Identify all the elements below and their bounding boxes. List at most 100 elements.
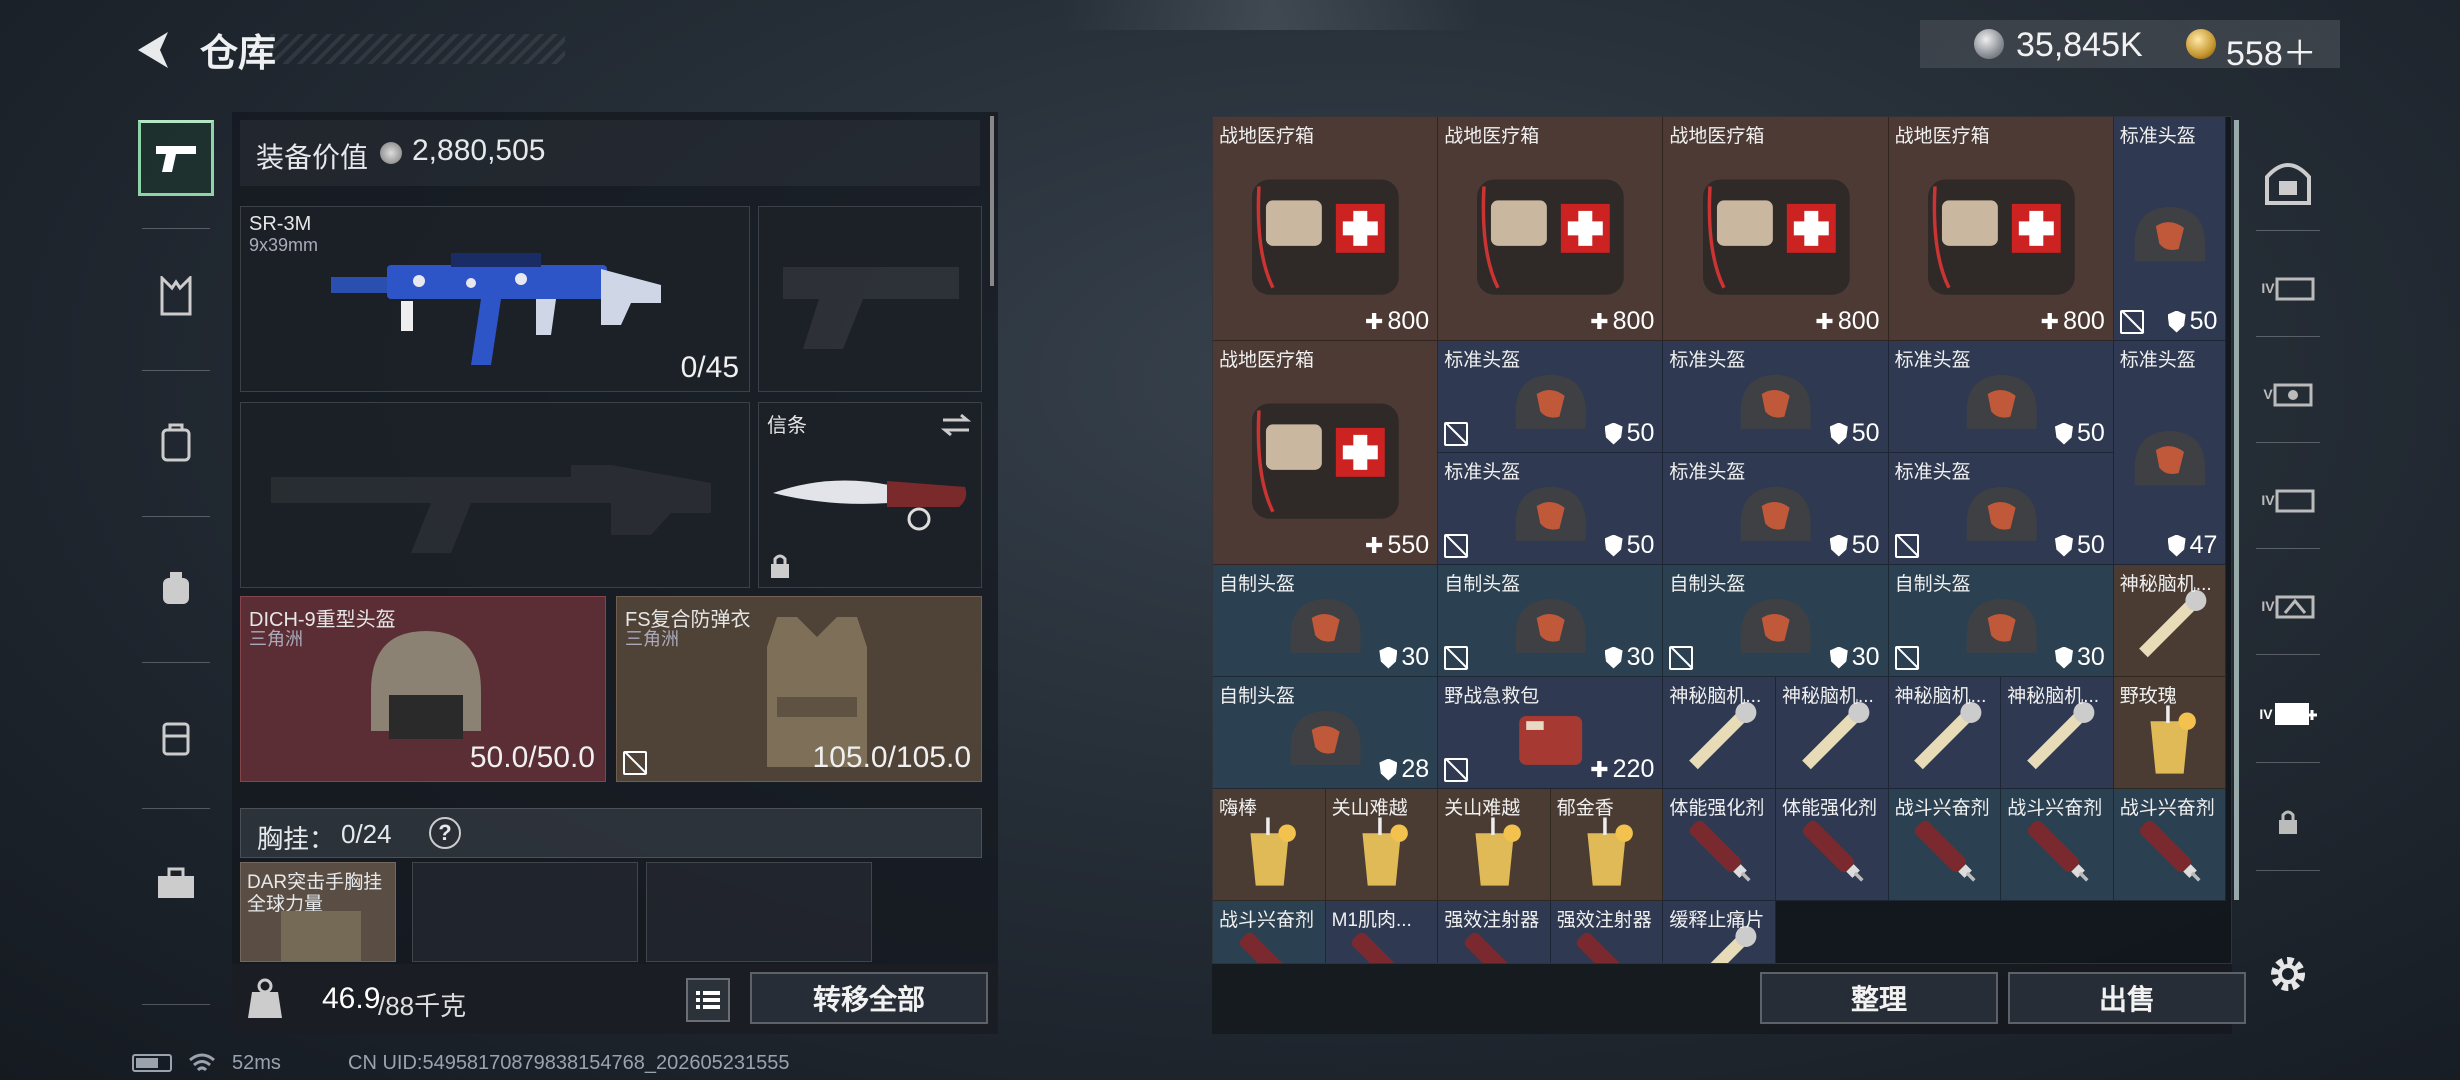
stash-item[interactable]: 强效注射器	[1438, 901, 1551, 963]
melee-slot[interactable]: 信条	[758, 402, 982, 588]
item-value: 30	[1401, 643, 1430, 671]
tab-backpack[interactable]	[138, 404, 214, 480]
chest-rig-item-slot[interactable]: DAR突击手胸挂 全球力量	[240, 862, 396, 962]
stash-item[interactable]: 野玫瑰	[2113, 677, 2227, 789]
stash-item[interactable]: 神秘脑机...	[1663, 677, 1776, 789]
stash-item[interactable]: 战斗兴奋剂	[1888, 789, 2002, 901]
premium-coin-icon	[2186, 29, 2216, 59]
tab-weapons[interactable]	[138, 120, 214, 196]
help-icon[interactable]: ?	[429, 817, 461, 849]
title-decoration	[270, 34, 565, 64]
panel-scrollbar[interactable]	[990, 116, 994, 286]
chest-rig-image	[281, 911, 361, 961]
item-name: 强效注射器	[1556, 910, 1652, 931]
stash-item[interactable]: 神秘脑机...	[2113, 565, 2227, 677]
sell-button[interactable]: 出售	[2008, 972, 2246, 1024]
weapon-name: SR-3M	[249, 213, 312, 235]
stash-item[interactable]: 自制头盔 30	[1438, 565, 1664, 677]
stash-item[interactable]: 标准头盔 50	[1663, 453, 1889, 565]
item-image	[2139, 590, 2207, 658]
tab-container-iv-medical[interactable]: IV	[2252, 678, 2324, 750]
stash-item[interactable]: 体能强化剂	[1663, 789, 1776, 901]
stash-item[interactable]: 自制头盔 30	[1663, 565, 1889, 677]
item-value: 800	[1837, 307, 1880, 335]
stash-item[interactable]: 战斗兴奋剂	[2001, 789, 2114, 901]
stash-item[interactable]: 缓释止痛片	[1663, 901, 1776, 963]
stash-item[interactable]: 战地医疗箱 ✚ 550	[1213, 341, 1439, 565]
chest-rig-empty-slot[interactable]	[412, 862, 638, 962]
helmet-image	[2134, 206, 2206, 262]
stash-item[interactable]: 自制头盔 30	[1888, 565, 2114, 677]
item-name: 标准头盔	[1669, 462, 1746, 483]
helmet-slot[interactable]: DICH-9重型头盔 三角洲 50.0/50.0	[240, 596, 606, 782]
back-arrow-icon[interactable]	[132, 28, 176, 72]
helmet-image	[1966, 375, 2037, 430]
tab-container-iv-2[interactable]: IV	[2252, 464, 2324, 536]
stash-item[interactable]: 战地医疗箱 ✚ 800	[1888, 117, 2114, 341]
stash-item[interactable]: 体能强化剂	[1776, 789, 1889, 901]
helmet-image	[1515, 487, 1586, 542]
syringe-image	[1689, 821, 1751, 882]
armor-slot[interactable]: FS复合防弹衣 三角洲 105.0/105.0	[616, 596, 982, 782]
tab-pouch[interactable]	[138, 550, 214, 626]
stash-item[interactable]: 野战急救包 ✚ 220	[1438, 677, 1664, 789]
stash-item[interactable]: 标准头盔 50	[1663, 341, 1889, 453]
transfer-all-button[interactable]: 转移全部	[750, 972, 988, 1024]
armor-durability: 105.0/105.0	[812, 741, 971, 774]
item-value-badge: 47	[2167, 531, 2217, 560]
stash-item[interactable]: 神秘脑机...	[1776, 677, 1889, 789]
stash-item[interactable]: 神秘脑机...	[2001, 677, 2114, 789]
item-value: 800	[2063, 307, 2105, 335]
stash-item[interactable]: 战地医疗箱 ✚ 800	[1663, 117, 1889, 341]
currency-bar[interactable]: 35,845K 558＋	[1920, 20, 2340, 73]
swap-icon[interactable]	[941, 413, 971, 437]
safe-icon	[2265, 163, 2311, 205]
stash-grid: 战地医疗箱 ✚ 800 战地医疗箱 ✚ 800 战地医疗箱 ✚ 800 战地医疗箱 ✚ 800 标准头盔…	[1212, 116, 2232, 964]
item-name: 标准头盔	[1444, 350, 1521, 371]
tab-chest-rig[interactable]	[138, 258, 214, 334]
stash-item[interactable]: 关山难越	[1325, 789, 1439, 901]
tab-case[interactable]	[138, 700, 214, 776]
list-view-button[interactable]	[686, 978, 730, 1022]
secondary-weapon-slot[interactable]	[758, 206, 982, 392]
status-bar: 52ms CN UID:5495817087983815476​8_202605…	[132, 1052, 1132, 1076]
stash-item[interactable]: 战斗兴奋剂	[2113, 789, 2227, 901]
settings-button[interactable]	[2252, 938, 2324, 1010]
item-value: 30	[2076, 643, 2105, 671]
stash-item[interactable]: 标准头盔 50	[1888, 341, 2114, 453]
item-image	[1914, 702, 1982, 770]
primary-weapon-slot[interactable]: SR-3M 9x39mm 0/45	[240, 206, 750, 392]
item-value: 50	[1626, 531, 1655, 559]
medkit-image	[1927, 179, 2075, 295]
stash-item[interactable]: 标准头盔 50	[1438, 453, 1664, 565]
stash-item[interactable]: 战地医疗箱 ✚ 800	[1213, 117, 1439, 341]
stash-item[interactable]: 强效注射器	[1550, 901, 1664, 963]
stash-item[interactable]: 自制头盔 28	[1213, 677, 1439, 789]
tab-stash-main[interactable]	[2252, 146, 2324, 218]
item-value: 50	[2076, 419, 2105, 447]
stash-item[interactable]: 郁金香	[1550, 789, 1664, 901]
stash-item[interactable]: 标准头盔 50	[2113, 117, 2227, 341]
stash-item[interactable]: 标准头盔 50	[1888, 453, 2114, 565]
stash-item[interactable]: M1肌肉...	[1325, 901, 1439, 963]
stash-scrollbar[interactable]	[2234, 120, 2239, 900]
chest-rig-empty-slot[interactable]	[646, 862, 872, 962]
stash-item[interactable]: 自制头盔 30	[1213, 565, 1439, 677]
tab-toolbox[interactable]	[138, 846, 214, 922]
stash-item[interactable]: 标准头盔 50	[1438, 341, 1664, 453]
tab-container-v[interactable]: V	[2252, 358, 2324, 430]
item-value: 220	[1612, 755, 1655, 783]
tab-locked[interactable]	[2252, 786, 2324, 858]
item-value-badge: ✚ 800	[1590, 307, 1654, 336]
sort-button[interactable]: 整理	[1760, 972, 1998, 1024]
currency-main: 35,845K	[2016, 26, 2143, 64]
tab-container-iv-3[interactable]: IV	[2252, 570, 2324, 642]
stash-item[interactable]: 标准头盔 47	[2113, 341, 2227, 565]
stash-item[interactable]: 战地医疗箱 ✚ 800	[1438, 117, 1664, 341]
stash-item[interactable]: 嗨棒	[1213, 789, 1326, 901]
stash-item[interactable]: 关山难越	[1438, 789, 1551, 901]
tab-container-iv-1[interactable]: IV	[2252, 252, 2324, 324]
stash-item[interactable]: 神秘脑机...	[1888, 677, 2002, 789]
second-primary-slot[interactable]	[240, 402, 750, 588]
stash-item[interactable]: 战斗兴奋剂	[1213, 901, 1326, 963]
